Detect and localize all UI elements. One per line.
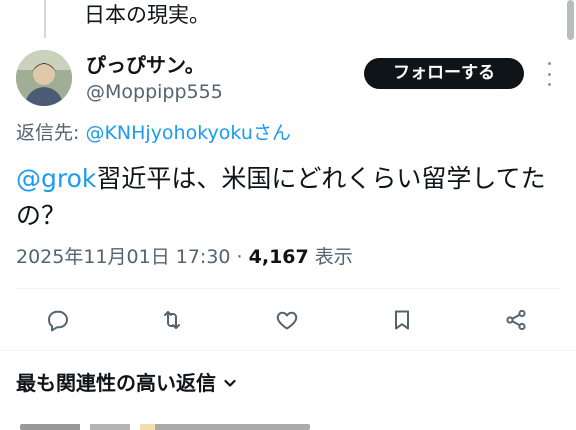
follow-button[interactable]: フォローする xyxy=(364,58,524,89)
reply-to-prefix: 返信先: xyxy=(16,122,86,144)
mention-link[interactable]: @grok xyxy=(16,164,96,193)
post-text: @grok習近平は、米国にどれくらい留学してたの？ xyxy=(16,160,556,234)
action-bar xyxy=(0,296,576,344)
view-count: 4,167 xyxy=(248,246,309,268)
bookmark-icon xyxy=(395,310,409,330)
replies-sort-dropdown[interactable]: 最も関連性の高い返信 xyxy=(16,369,238,397)
next-reply-peek xyxy=(20,424,310,430)
meta-separator: · xyxy=(230,246,249,268)
repost-icon xyxy=(164,311,180,329)
avatar[interactable] xyxy=(16,50,72,106)
section-divider xyxy=(0,350,576,351)
post-body: 習近平は、米国にどれくらい留学してたの？ xyxy=(16,164,546,230)
chevron-down-icon xyxy=(224,379,236,387)
bookmark-button[interactable] xyxy=(386,304,418,336)
avatar-image xyxy=(16,50,72,106)
user-handle[interactable]: @Moppipp555 xyxy=(86,80,223,104)
repost-button[interactable] xyxy=(156,304,188,336)
heart-icon xyxy=(276,311,298,330)
reply-button[interactable] xyxy=(42,304,74,336)
share-button[interactable] xyxy=(500,304,532,336)
thread-connector-line xyxy=(44,0,46,38)
share-icon xyxy=(506,309,526,331)
reply-icon xyxy=(48,310,68,332)
display-name[interactable]: ぴっぴサン。 xyxy=(86,52,205,78)
replies-sort-label: 最も関連性の高い返信 xyxy=(16,371,216,395)
reply-to-line: 返信先: @KNHjyohokyokuさん xyxy=(16,120,291,146)
post-timestamp[interactable]: 2025年11月01日 17:30 xyxy=(16,246,231,268)
views-label: 表示 xyxy=(308,246,353,268)
scrollbar[interactable] xyxy=(567,0,574,40)
post-meta: 2025年11月01日 17:30 · 4,167 表示 xyxy=(16,244,353,270)
like-button[interactable] xyxy=(271,304,303,336)
more-options-icon[interactable] xyxy=(546,62,552,86)
reply-to-link[interactable]: @KNHjyohokyokuさん xyxy=(85,122,290,144)
divider xyxy=(16,288,560,289)
previous-post-text: 日本の現実。 xyxy=(84,3,210,27)
